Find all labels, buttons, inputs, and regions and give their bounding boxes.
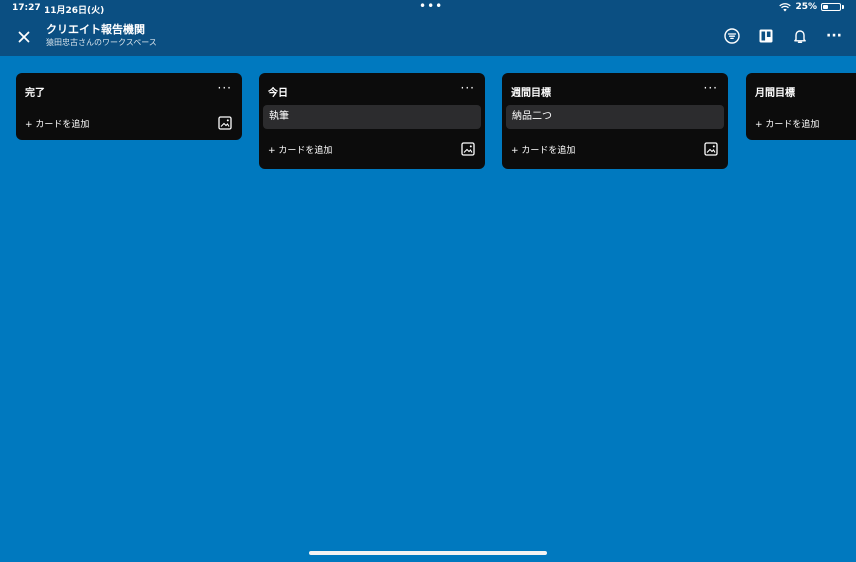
multitasking-dots[interactable]: •••: [419, 0, 443, 12]
close-icon[interactable]: [16, 29, 32, 45]
list-monthly-goals: 月間目標 + カードを追加: [746, 73, 856, 140]
list-header: 今日 ···: [259, 73, 485, 105]
workspace-name: 猿田忠古さんのワークスペース: [46, 38, 157, 47]
image-icon[interactable]: [461, 142, 475, 156]
more-icon: ···: [826, 28, 842, 44]
board-title-block: クリエイト報告機関 猿田忠古さんのワークスペース: [46, 23, 157, 49]
board-view-icon: [759, 29, 773, 43]
status-time: 17:27: [12, 3, 41, 13]
battery-icon: [821, 3, 841, 11]
list-title: 週間目標: [511, 88, 551, 99]
add-card-button[interactable]: + カードを追加: [268, 143, 332, 156]
add-card-row: + カードを追加: [259, 129, 485, 169]
list-title: 完了: [25, 88, 45, 99]
battery-percent: 25%: [795, 2, 817, 12]
list-menu-icon[interactable]: ···: [218, 81, 232, 95]
bell-icon: [794, 30, 806, 43]
list-weekly-goals: 週間目標 ··· 納品二つ + カードを追加: [502, 73, 728, 169]
status-indicators: 25%: [779, 2, 844, 12]
list-title: 今日: [268, 88, 288, 99]
list-header: 月間目標: [746, 73, 856, 105]
card[interactable]: 執筆: [263, 105, 481, 129]
add-card-row: + カードを追加: [16, 105, 242, 140]
board-title: クリエイト報告機関: [46, 23, 145, 36]
battery-cap: [842, 5, 844, 9]
list-menu-icon[interactable]: ···: [461, 81, 475, 95]
add-card-button[interactable]: + カードを追加: [25, 117, 89, 130]
status-date: 11月26日(火): [44, 6, 105, 16]
add-card-button[interactable]: + カードを追加: [755, 117, 819, 130]
list-menu-icon[interactable]: ···: [704, 81, 718, 95]
board-view-button[interactable]: [758, 28, 774, 44]
list-title: 月間目標: [755, 88, 795, 99]
list-done: 完了 ··· + カードを追加: [16, 73, 242, 140]
add-card-row: + カードを追加: [746, 105, 856, 140]
wifi-icon: [779, 2, 792, 11]
header-actions: ···: [724, 28, 842, 44]
image-icon[interactable]: [704, 142, 718, 156]
list-header: 週間目標 ···: [502, 73, 728, 105]
home-indicator[interactable]: [309, 551, 547, 555]
add-card-row: + カードを追加: [502, 129, 728, 169]
card[interactable]: 納品二つ: [506, 105, 724, 129]
notifications-button[interactable]: [792, 28, 808, 44]
more-button[interactable]: ···: [826, 28, 842, 44]
image-icon[interactable]: [218, 116, 232, 130]
filter-button[interactable]: [724, 28, 740, 44]
top-bar: 17:27 11月26日(火) ••• 25% クリエイト報告機関 猿田忠古さん…: [0, 0, 856, 56]
list-today: 今日 ··· 執筆 + カードを追加: [259, 73, 485, 169]
list-header: 完了 ···: [16, 73, 242, 105]
filter-icon: [724, 28, 740, 44]
add-card-button[interactable]: + カードを追加: [511, 143, 575, 156]
